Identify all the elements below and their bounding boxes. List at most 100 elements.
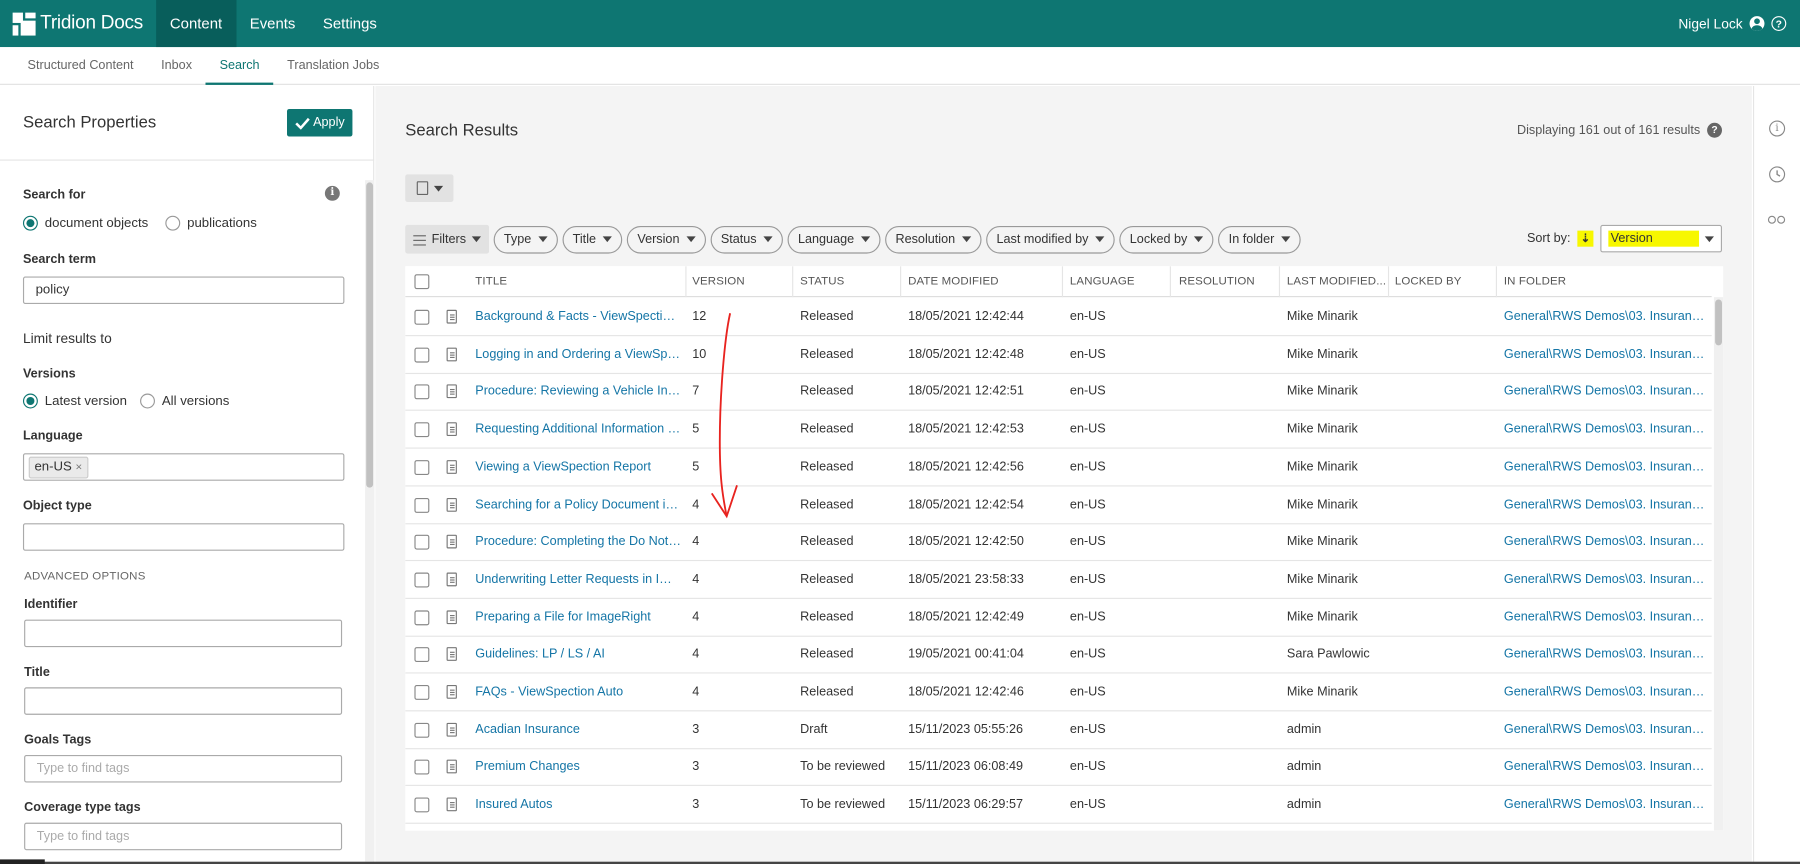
cell-title[interactable]: Searching for a Policy Document in I... (475, 486, 682, 523)
table-row[interactable]: Searching for a Policy Document in I... 4… (405, 486, 1712, 524)
table-scrollbar-thumb[interactable] (1715, 299, 1722, 346)
row-checkbox[interactable] (414, 760, 430, 775)
filter-title[interactable]: Title (562, 225, 623, 254)
cell-title[interactable]: Underwriting Letter Requests in Ima... (475, 561, 682, 598)
filter-language[interactable]: Language (787, 225, 881, 254)
select-all-checkbox[interactable] (414, 274, 430, 290)
radio-button[interactable] (22, 215, 38, 231)
cell-in-folder[interactable]: General\RWS Demos\03. Insurance... (1504, 786, 1705, 823)
export-button[interactable] (405, 174, 454, 202)
sort-direction-icon[interactable]: ⇣ (1577, 230, 1594, 247)
filter-version[interactable]: Version (627, 225, 706, 254)
col-date-modified[interactable]: DATE MODIFIED (908, 266, 1057, 297)
row-checkbox[interactable] (414, 722, 430, 738)
table-row[interactable]: Procedure: Completing the Do Not ... 4 Rel… (405, 523, 1712, 562)
col-status[interactable]: STATUS (800, 266, 896, 297)
cell-in-folder[interactable]: General\RWS Demos\03. Insurance... (1504, 711, 1705, 748)
cell-in-folder[interactable]: General\RWS Demos\03. Insurance... (1504, 448, 1705, 485)
col-version[interactable]: VERSION (692, 266, 788, 297)
radio-all-versions[interactable]: All versions (140, 393, 229, 409)
cell-title[interactable]: Viewing a ViewSpection Report (475, 448, 682, 485)
coverage-tags-input[interactable]: Type to find tags (24, 822, 343, 851)
row-checkbox[interactable] (414, 684, 430, 700)
panel-scrollbar-thumb[interactable] (366, 182, 374, 488)
tab-inbox[interactable]: Inbox (147, 47, 205, 85)
filter-type[interactable]: Type (493, 225, 558, 254)
filter-status[interactable]: Status (710, 225, 784, 254)
table-row[interactable]: Guidelines: LP / LS / AI 4 Released 19/05/2… (405, 636, 1712, 674)
title-input[interactable] (24, 687, 343, 715)
cell-title[interactable]: FAQs - ViewSpection Auto (475, 674, 682, 711)
cell-in-folder[interactable]: General\RWS Demos\03. Insurance... (1504, 749, 1705, 786)
table-scrollbar-track[interactable] (1713, 297, 1724, 831)
cell-title[interactable]: Procedure: Reviewing a Vehicle Insp... (475, 373, 682, 410)
filters-button[interactable]: Filters (405, 224, 489, 254)
table-row[interactable]: Insured Autos 3 To be reviewed 15/11/2023 0… (405, 786, 1712, 824)
radio-latest-version[interactable]: Latest version (22, 393, 127, 409)
search-term-input[interactable]: policy (22, 276, 345, 305)
cell-in-folder[interactable]: General\RWS Demos\03. Insurance... (1504, 561, 1705, 598)
row-checkbox[interactable] (414, 797, 430, 813)
col-last-modified-by[interactable]: LAST MODIFIED... (1287, 266, 1386, 297)
radio-document-objects[interactable]: document objects (22, 215, 148, 231)
cell-in-folder[interactable]: General\RWS Demos\03. Insurance... (1504, 486, 1705, 523)
cell-title[interactable]: Insured Autos (475, 786, 682, 823)
radio-publications[interactable]: publications (165, 215, 257, 231)
table-row[interactable]: Requesting Additional Information a... 5 R… (405, 411, 1712, 449)
cell-title[interactable]: Logging in and Ordering a ViewSpec... (475, 336, 682, 373)
nav-events[interactable]: Events (236, 0, 309, 47)
sort-select[interactable]: Version (1600, 224, 1722, 253)
remove-tag-icon[interactable]: × (76, 461, 83, 474)
nav-settings[interactable]: Settings (309, 0, 390, 47)
table-row[interactable]: Viewing a ViewSpection Report 5 Released 18… (405, 448, 1712, 487)
table-row[interactable]: Logging in and Ordering a ViewSpec... 10 R… (405, 336, 1712, 374)
help-icon[interactable]: ? (1771, 16, 1787, 31)
goals-tags-input[interactable]: Type to find tags (24, 754, 343, 783)
info-icon[interactable]: i (324, 185, 340, 201)
binoculars-icon[interactable] (1767, 212, 1786, 226)
apply-button[interactable]: Apply (287, 109, 353, 137)
row-checkbox[interactable] (414, 422, 430, 438)
tab-structured-content[interactable]: Structured Content (14, 47, 148, 85)
cell-title[interactable]: Acadian Insurance (475, 711, 682, 748)
cell-title[interactable]: Premium Changes (475, 749, 682, 786)
row-checkbox[interactable] (414, 534, 430, 550)
col-title[interactable]: TITLE (475, 266, 682, 297)
cell-in-folder[interactable]: General\RWS Demos\03. Insurance... (1504, 336, 1705, 373)
help-icon[interactable]: ? (1707, 122, 1722, 138)
cell-title[interactable]: Guidelines: LP / LS / AI (475, 636, 682, 673)
tab-search[interactable]: Search (205, 47, 274, 85)
cell-in-folder[interactable]: General\RWS Demos\03. Insurance... (1504, 636, 1705, 673)
cell-title[interactable]: Requesting Additional Information a... (475, 411, 682, 448)
table-row[interactable]: Underwriting Letter Requests in Ima... 4 R… (405, 561, 1712, 599)
user-menu[interactable]: Nigel Lock ? (1678, 0, 1787, 47)
cell-in-folder[interactable]: General\RWS Demos\03. Insurance... (1504, 373, 1705, 410)
cell-title[interactable]: Preparing a File for ImageRight (475, 598, 682, 635)
cell-in-folder[interactable]: General\RWS Demos\03. Insurance... (1504, 674, 1705, 711)
row-checkbox[interactable] (414, 309, 430, 325)
row-checkbox[interactable] (414, 497, 430, 513)
cell-title[interactable]: Procedure: Completing the Do Not ... (475, 523, 682, 560)
brand[interactable]: Tridion Docs (0, 0, 156, 47)
col-resolution[interactable]: RESOLUTION (1179, 266, 1282, 297)
row-checkbox[interactable] (414, 647, 430, 663)
radio-button[interactable] (165, 215, 181, 231)
filter-resolution[interactable]: Resolution (885, 225, 982, 254)
row-checkbox[interactable] (414, 572, 430, 588)
tab-translation-jobs[interactable]: Translation Jobs (273, 47, 393, 85)
table-row[interactable]: Procedure: Reviewing a Vehicle Insp... 7 R… (405, 373, 1712, 412)
object-type-input[interactable] (22, 523, 345, 551)
row-checkbox[interactable] (414, 384, 430, 400)
col-language[interactable]: LANGUAGE (1070, 266, 1166, 297)
identifier-input[interactable] (24, 619, 343, 648)
cell-title[interactable]: Background & Facts - ViewSpection ... (475, 298, 682, 335)
cell-in-folder[interactable]: General\RWS Demos\03. Insurance... (1504, 598, 1705, 635)
col-locked-by[interactable]: LOCKED BY (1395, 266, 1491, 297)
info-icon[interactable]: i (1769, 120, 1786, 137)
row-checkbox[interactable] (414, 609, 430, 625)
row-checkbox[interactable] (414, 347, 430, 363)
filter-locked-by[interactable]: Locked by (1119, 225, 1214, 254)
row-checkbox[interactable] (414, 459, 430, 475)
language-input[interactable]: en-US × (22, 453, 345, 481)
table-row[interactable]: Preparing a File for ImageRight 4 Released… (405, 598, 1712, 637)
